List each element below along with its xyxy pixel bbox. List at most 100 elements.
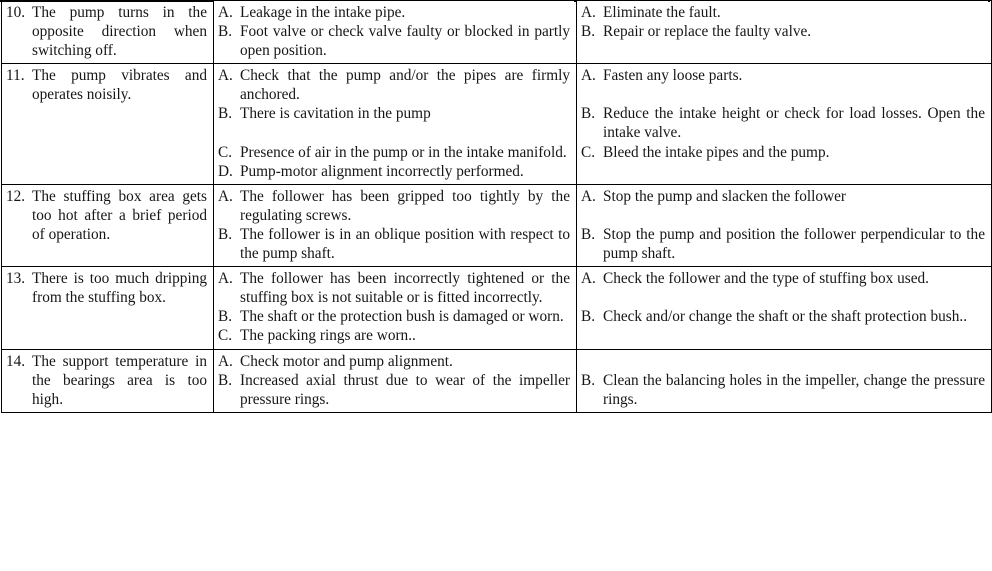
cause-cell: A. Check motor and pump alignment. B. Incre… [213,348,577,413]
problem-cell: 10. The pump turns in the opposite direct… [1,0,214,65]
list-item: B. Foot valve or check valve faulty or bl… [218,22,572,60]
list-item-marker: B. [581,308,596,326]
blank-line-spacer [581,85,987,104]
list-item-marker: B. [581,225,596,243]
list-item-text: The follower has been incorrectly tighte… [240,270,570,307]
table-row: 13. There is too much dripping from the s… [1,266,992,350]
problem-cell: 14. The support temperature in the bearin… [1,348,214,413]
clipped-row-above [0,0,990,2]
table-row: 11. The pump vibrates and operates noisil… [1,63,992,185]
problem-number: 13. [6,270,26,288]
list-item: A. Stop the pump and slacken the follower [581,187,987,206]
blank-line-spacer [581,288,987,307]
list-item-marker: A. [218,4,233,21]
list-item: A. The follower has been incorrectly tigh… [218,269,572,307]
list-item: B. Check and/or change the shaft or the s… [581,307,987,326]
remedy-cell: A. Stop the pump and slacken the follower… [576,183,992,268]
list-item-text: Presence of air in the pump or in the in… [240,143,567,161]
problem-entry: 11. The pump vibrates and operates noisil… [6,66,209,104]
cause-cell: A. The follower has been incorrectly tigh… [213,266,577,350]
list-item: B. Increased axial thrust due to wear of … [218,371,572,409]
list-item-text: Eliminate the fault. [603,4,721,21]
list-item-text: Stop the pump and position the follower … [603,225,985,262]
list-item-marker: C. [581,143,596,161]
list-item-marker: B. [218,225,233,243]
list-item: B. The shaft or the protection bush is da… [218,307,572,326]
list-item-text: Leakage in the intake pipe. [240,4,406,21]
problem-text: There is too much dripping from the stuf… [32,270,207,307]
list-item-marker: B. [581,371,596,389]
list-item-marker: A. [581,67,596,85]
list-item-text: There is cavitation in the pump [240,105,431,123]
cause-cell: A. The follower has been gripped too tigh… [213,183,577,268]
list-item: A. Check motor and pump alignment. [218,352,572,371]
problem-text: The pump turns in the opposite direction… [32,4,207,60]
list-item: C. Presence of air in the pump or in the … [218,143,572,162]
list-item-marker: A. [218,67,233,85]
problem-entry: 10. The pump turns in the opposite direct… [6,3,209,60]
list-item-marker: A. [581,187,596,205]
list-item-marker: A. [581,270,596,288]
list-item: B. Stop the pump and position the followe… [581,225,987,263]
list-item-text: Reduce the intake height or check for lo… [603,105,985,142]
list-item: B. There is cavitation in the pump [218,104,572,123]
list-item: D. Pump-motor alignment incorrectly perfo… [218,162,572,181]
list-item: A. Eliminate the fault. [581,3,987,22]
list-item-text: Pump-motor alignment incorrectly perform… [240,162,524,180]
list-item-marker: A. [218,187,233,205]
list-item: B. The follower is in an oblique position… [218,225,572,263]
problem-cell: 12. The stuffing box area gets too hot af… [1,183,214,268]
problem-entry: 14. The support temperature in the bearin… [6,352,209,409]
problem-text: The pump vibrates and operates noisily. [32,67,207,104]
list-item: B. Repair or replace the faulty valve. [581,22,987,41]
list-item-marker: B. [218,308,233,326]
problem-number: 14. [6,352,26,370]
table-row: 14. The support temperature in the bearin… [1,348,992,413]
list-item: A. Check the follower and the type of stu… [581,269,987,288]
list-item-marker: B. [218,105,233,123]
problem-number: 12. [6,187,26,205]
list-item: B. Reduce the intake height or check for … [581,104,987,142]
list-item-marker: A. [218,352,233,370]
list-item-marker: B. [218,23,233,41]
list-item-text: Check motor and pump alignment. [240,352,453,370]
cause-cell: A. Leakage in the intake pipe. B. Foot valv… [213,0,577,65]
problem-number: 10. [6,4,26,21]
list-item-marker: C. [218,327,233,345]
list-item-marker: D. [218,162,233,180]
list-item-marker: A. [218,270,233,288]
list-item-text: The shaft or the protection bush is dama… [240,308,564,326]
list-item-text: Fasten any loose parts. [603,67,743,85]
list-item: C. The packing rings are worn.. [218,326,572,345]
remedy-cell: B. Clean the balancing holes in the impel… [576,348,992,413]
list-item-text: Clean the balancing holes in the impelle… [603,371,985,408]
list-item: B. Clean the balancing holes in the impel… [581,371,987,409]
table-row: 10. The pump turns in the opposite direct… [1,0,992,65]
list-item-text: The follower has been gripped too tightl… [240,187,570,224]
blank-line-spacer [218,124,572,143]
list-item-marker: C. [218,143,233,161]
problem-text: The stuffing box area gets too hot after… [32,187,207,243]
list-item-text: Foot valve or check valve faulty or bloc… [240,23,570,60]
problem-cell: 11. The pump vibrates and operates noisil… [1,63,214,185]
troubleshooting-table: 10. The pump turns in the opposite direct… [1,0,992,413]
list-item-text: The packing rings are worn.. [240,327,416,345]
list-item-text: Check that the pump and/or the pipes are… [240,67,570,104]
problem-entry: 12. The stuffing box area gets too hot af… [6,187,209,244]
blank-line-spacer [581,206,987,225]
list-item-text: Check and/or change the shaft or the sha… [603,308,968,326]
list-item: A. Leakage in the intake pipe. [218,3,572,22]
cause-cell: A. Check that the pump and/or the pipes a… [213,63,577,185]
problem-number: 11. [6,67,25,85]
list-item-marker: B. [581,23,596,41]
problem-cell: 13. There is too much dripping from the s… [1,266,214,350]
blank-line-spacer [581,352,987,371]
list-item-text: Stop the pump and slacken the follower [603,187,846,205]
list-item-marker: A. [581,4,596,21]
remedy-cell: A. Fasten any loose parts. B. Reduce the in… [576,63,992,185]
list-item-text: Increased axial thrust due to wear of th… [240,371,570,408]
table-body: 10. The pump turns in the opposite direct… [1,0,992,413]
remedy-cell: A. Eliminate the fault. B. Repair or replac… [576,0,992,65]
problem-entry: 13. There is too much dripping from the s… [6,269,209,307]
list-item-text: Repair or replace the faulty valve. [603,23,812,41]
